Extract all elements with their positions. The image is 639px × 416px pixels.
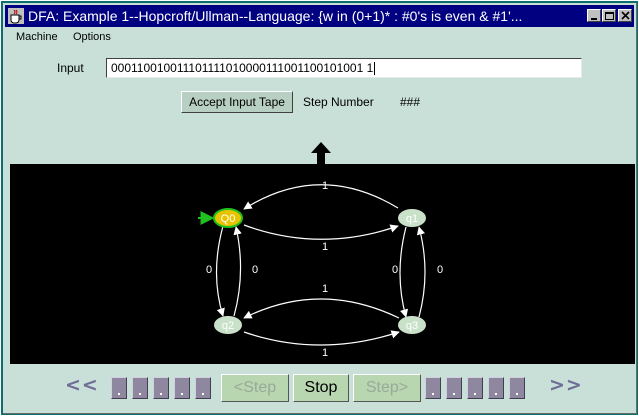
edge-label-q2-q3: 1 — [322, 347, 328, 359]
tape-cell-right-3 — [467, 377, 483, 399]
tape-cell-left-3 — [153, 377, 169, 399]
tape-cell-left-2 — [132, 377, 148, 399]
edge-label-q0-q2: 0 — [206, 264, 212, 276]
input-label: Input — [57, 61, 84, 75]
close-button[interactable] — [618, 9, 632, 22]
tape-cell-left-4 — [174, 377, 190, 399]
window-frame: DFA: Example 1--Hopcroft/Ullman--Languag… — [3, 3, 637, 414]
step-number-label: Step Number — [303, 95, 374, 109]
edge-label-q1-q0: 1 — [322, 180, 328, 192]
edge-label-q2-q0: 0 — [252, 264, 258, 276]
text-caret — [374, 62, 376, 76]
forward-step-button[interactable]: Step> — [353, 374, 421, 402]
state-label-q3: q3 — [406, 320, 418, 332]
edge-label-q3-q2: 1 — [322, 283, 328, 295]
tape-cell-right-1 — [425, 377, 441, 399]
window-title: DFA: Example 1--Hopcroft/Ullman--Languag… — [28, 8, 523, 24]
fast-forward-button[interactable]: >> — [549, 374, 583, 396]
tape-cell-right-4 — [488, 377, 504, 399]
edge-label-q0-q1: 1 — [322, 241, 328, 253]
tape-cell-left-5 — [195, 377, 211, 399]
menu-bar: Machine Options — [5, 29, 634, 45]
app-window: DFA: Example 1--Hopcroft/Ullman--Languag… — [0, 0, 639, 416]
edge-q0-q1 — [243, 224, 399, 240]
edge-q2-q3 — [243, 330, 400, 346]
edge-q1-q3 — [399, 226, 409, 318]
edge-q3-q2 — [243, 298, 400, 319]
dfa-diagram[interactable]: 1 1 0 0 0 0 1 1 Q0 q1 q2 q3 — [10, 164, 635, 364]
maximize-button[interactable] — [602, 9, 616, 22]
input-tape-field[interactable]: 000110010011101111010000111001100101001 … — [106, 58, 582, 78]
state-label-q2: q2 — [222, 320, 234, 332]
edge-q3-q1 — [416, 226, 426, 318]
state-label-q0: Q0 — [221, 213, 236, 225]
minimize-button[interactable] — [587, 9, 601, 22]
input-tape-value: 000110010011101111010000111001100101001 … — [111, 61, 374, 75]
edge-q2-q0 — [233, 226, 242, 317]
tape-cell-right-2 — [446, 377, 462, 399]
stop-button[interactable]: Stop — [293, 374, 349, 402]
edge-label-q3-q1: 0 — [437, 264, 443, 276]
menu-machine[interactable]: Machine — [16, 31, 58, 43]
java-cup-icon — [8, 8, 24, 24]
edge-label-q1-q3: 0 — [392, 264, 398, 276]
back-step-button[interactable]: <Step — [221, 374, 289, 402]
tape-cell-right-5 — [509, 377, 525, 399]
step-number-value: ### — [400, 95, 421, 109]
menu-options[interactable]: Options — [73, 31, 111, 43]
tape-cell-left-1 — [111, 377, 127, 399]
edge-q0-q2 — [215, 225, 225, 317]
rewind-button[interactable]: << — [65, 374, 99, 396]
accept-input-tape-button[interactable]: Accept Input Tape — [181, 91, 293, 113]
title-bar[interactable]: DFA: Example 1--Hopcroft/Ullman--Languag… — [5, 5, 634, 27]
state-label-q1: q1 — [406, 213, 418, 225]
dfa-svg: 1 1 0 0 0 0 1 1 Q0 q1 q2 q3 — [198, 180, 443, 359]
